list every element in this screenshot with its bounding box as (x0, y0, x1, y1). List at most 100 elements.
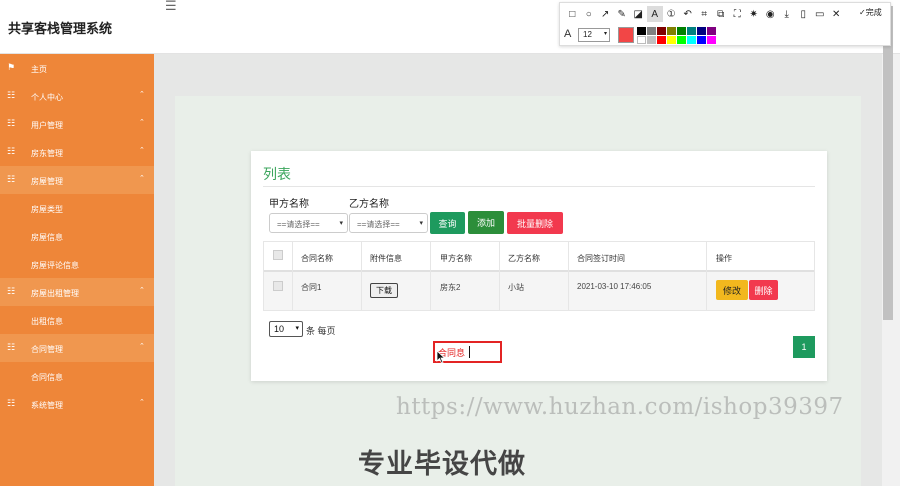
color-swatch[interactable] (697, 36, 706, 44)
party-b-select[interactable]: ==请选择== ▾ (349, 213, 428, 233)
column-header: 甲方名称 (440, 254, 472, 263)
color-swatch[interactable] (667, 36, 676, 44)
color-swatch[interactable] (697, 27, 706, 35)
signed-at-cell: 2021-03-10 17:46:05 (577, 282, 652, 291)
contract-table: 合同名称 附件信息 甲方名称 乙方名称 合同签订时间 操作 合同1 下载 房东2… (263, 241, 815, 311)
sidebar-item-system-management[interactable]: ☷ 系统管理 ⌃ (0, 390, 154, 418)
color-swatch[interactable] (687, 27, 696, 35)
mouse-cursor-icon (436, 350, 446, 364)
main-content: 列表 甲方名称 ==请选择== ▾ 乙方名称 ==请选择== ▾ 查询 添加 批… (154, 54, 882, 486)
step-icon[interactable]: ① (663, 6, 680, 22)
party-a-select-value: ==请选择== (277, 220, 320, 229)
batch-delete-button[interactable]: 批量删除 (507, 212, 563, 234)
arrow-icon[interactable]: ↗ (597, 6, 614, 22)
color-swatch[interactable] (647, 36, 656, 44)
download-button[interactable]: 下载 (370, 283, 398, 298)
sidebar-item-landlord-management[interactable]: ☷ 房东管理 ⌃ (0, 138, 154, 166)
undo-icon[interactable]: ↶ (680, 6, 697, 22)
grid-icon: ☷ (7, 174, 16, 184)
sidebar-item-label: 房屋管理 (31, 177, 63, 186)
color-swatch[interactable] (637, 36, 646, 44)
sidebar-item-label: 合同管理 (31, 345, 63, 354)
per-page-label: 条 每页 (306, 326, 336, 336)
menu-toggle-icon[interactable]: ☰ (165, 0, 177, 12)
grid-icon: ☷ (7, 90, 16, 100)
color-palette (637, 27, 716, 45)
sidebar-item-label: 主页 (31, 65, 47, 74)
sidebar-item-home[interactable]: ⚑ 主页 (0, 54, 154, 82)
sidebar-item-contract-management[interactable]: ☷ 合同管理 ⌃ (0, 334, 154, 362)
pin-icon[interactable]: ✷ (746, 6, 763, 22)
sidebar-subitem-rental-info[interactable]: 出租信息 (0, 306, 154, 334)
edit-button[interactable]: 修改 (716, 280, 748, 300)
app-title: 共享客栈管理系统 (8, 21, 113, 36)
select-all-checkbox[interactable] (273, 250, 283, 260)
sidebar-subitem-house-type[interactable]: 房屋类型 (0, 194, 154, 222)
mosaic-icon[interactable]: ◪ (630, 6, 647, 22)
sidebar-item-label: 房屋出租管理 (31, 289, 79, 298)
color-swatch[interactable] (677, 36, 686, 44)
color-swatch[interactable] (667, 27, 676, 35)
pen-icon[interactable]: ✎ (614, 6, 631, 22)
download-icon[interactable]: ⤓ (779, 6, 796, 22)
grid-icon: ☷ (7, 342, 16, 352)
fullscreen-icon[interactable]: ⛶ (729, 6, 746, 22)
close-icon[interactable]: ✕ (828, 6, 845, 22)
color-swatch[interactable] (657, 36, 666, 44)
search-button[interactable]: 查询 (430, 212, 465, 234)
divider (263, 186, 815, 187)
flag-icon: ⚑ (7, 62, 16, 72)
text-icon[interactable]: A (646, 6, 663, 22)
page-button-current[interactable]: 1 (793, 336, 815, 358)
ellipse-icon[interactable]: ○ (581, 6, 598, 22)
color-swatch[interactable] (657, 27, 666, 35)
record-icon[interactable]: ◉ (762, 6, 779, 22)
sidebar-subitem-label: 房屋信息 (31, 233, 63, 242)
party-b-select-value: ==请选择== (357, 220, 400, 229)
table-row: 合同1 下载 房东2 小站 2021-03-10 17:46:05 修改 删除 (264, 272, 814, 310)
rectangle-icon[interactable]: □ (564, 6, 581, 22)
resize-icon[interactable]: ⧉ (713, 6, 730, 22)
sidebar-subitem-house-info[interactable]: 房屋信息 (0, 222, 154, 250)
grid-icon: ☷ (7, 118, 16, 128)
sidebar-subitem-house-comments[interactable]: 房屋评论信息 (0, 250, 154, 278)
color-swatch[interactable] (707, 27, 716, 35)
add-button[interactable]: 添加 (468, 211, 504, 234)
color-swatch[interactable] (647, 27, 656, 35)
chevron-up-icon: ⌃ (139, 175, 145, 182)
sidebar-item-user-management[interactable]: ☷ 用户管理 ⌃ (0, 110, 154, 138)
column-header: 附件信息 (370, 254, 402, 263)
sidebar: ⚑ 主页 ☷ 个人中心 ⌃ ☷ 用户管理 ⌃ ☷ 房东管理 ⌃ ☷ 房屋管理 ⌃… (0, 54, 154, 486)
crop-icon[interactable]: ⌗ (696, 6, 713, 22)
copy-icon[interactable]: ▯ (795, 6, 812, 22)
current-color-swatch[interactable] (618, 27, 634, 43)
color-swatch[interactable] (637, 27, 646, 35)
sidebar-item-rental-management[interactable]: ☷ 房屋出租管理 ⌃ (0, 278, 154, 306)
chevron-up-icon: ⌃ (139, 287, 145, 294)
row-checkbox[interactable] (273, 281, 283, 291)
done-button[interactable]: ✓完成 (859, 7, 882, 18)
chevron-up-icon: ⌃ (139, 399, 145, 406)
bookmark-icon[interactable]: ▭ (812, 6, 829, 22)
color-swatch[interactable] (707, 36, 716, 44)
delete-button[interactable]: 删除 (749, 280, 778, 300)
toolbar-icon-row: □ ○ ↗ ✎ ◪ A ① ↶ ⌗ ⧉ ⛶ ✷ ◉ ⤓ ▯ ▭ ✕ (564, 5, 845, 23)
party-a-select[interactable]: ==请选择== ▾ (269, 213, 348, 233)
sidebar-item-label: 房东管理 (31, 149, 63, 158)
sidebar-item-house-management[interactable]: ☷ 房屋管理 ⌃ (0, 166, 154, 194)
screenshot-toolbar: □ ○ ↗ ✎ ◪ A ① ↶ ⌗ ⧉ ⛶ ✷ ◉ ⤓ ▯ ▭ ✕ ✓完成 A … (559, 2, 891, 46)
chevron-up-icon: ⌃ (139, 343, 145, 350)
column-divider (361, 242, 362, 310)
sidebar-item-personal-center[interactable]: ☷ 个人中心 ⌃ (0, 82, 154, 110)
column-divider (706, 242, 707, 310)
page-size-select[interactable]: 10 ▾ (269, 321, 303, 337)
scrollbar-thumb[interactable] (883, 6, 893, 320)
sidebar-item-label: 个人中心 (31, 93, 63, 102)
font-size-icon: A (564, 28, 572, 40)
font-size-select[interactable]: 12 ▾ (578, 28, 610, 42)
color-swatch[interactable] (687, 36, 696, 44)
sidebar-subitem-contract-info[interactable]: 合同信息 (0, 362, 154, 390)
color-swatch[interactable] (677, 27, 686, 35)
party-b-cell: 小站 (508, 283, 524, 292)
column-header: 合同名称 (301, 254, 333, 263)
